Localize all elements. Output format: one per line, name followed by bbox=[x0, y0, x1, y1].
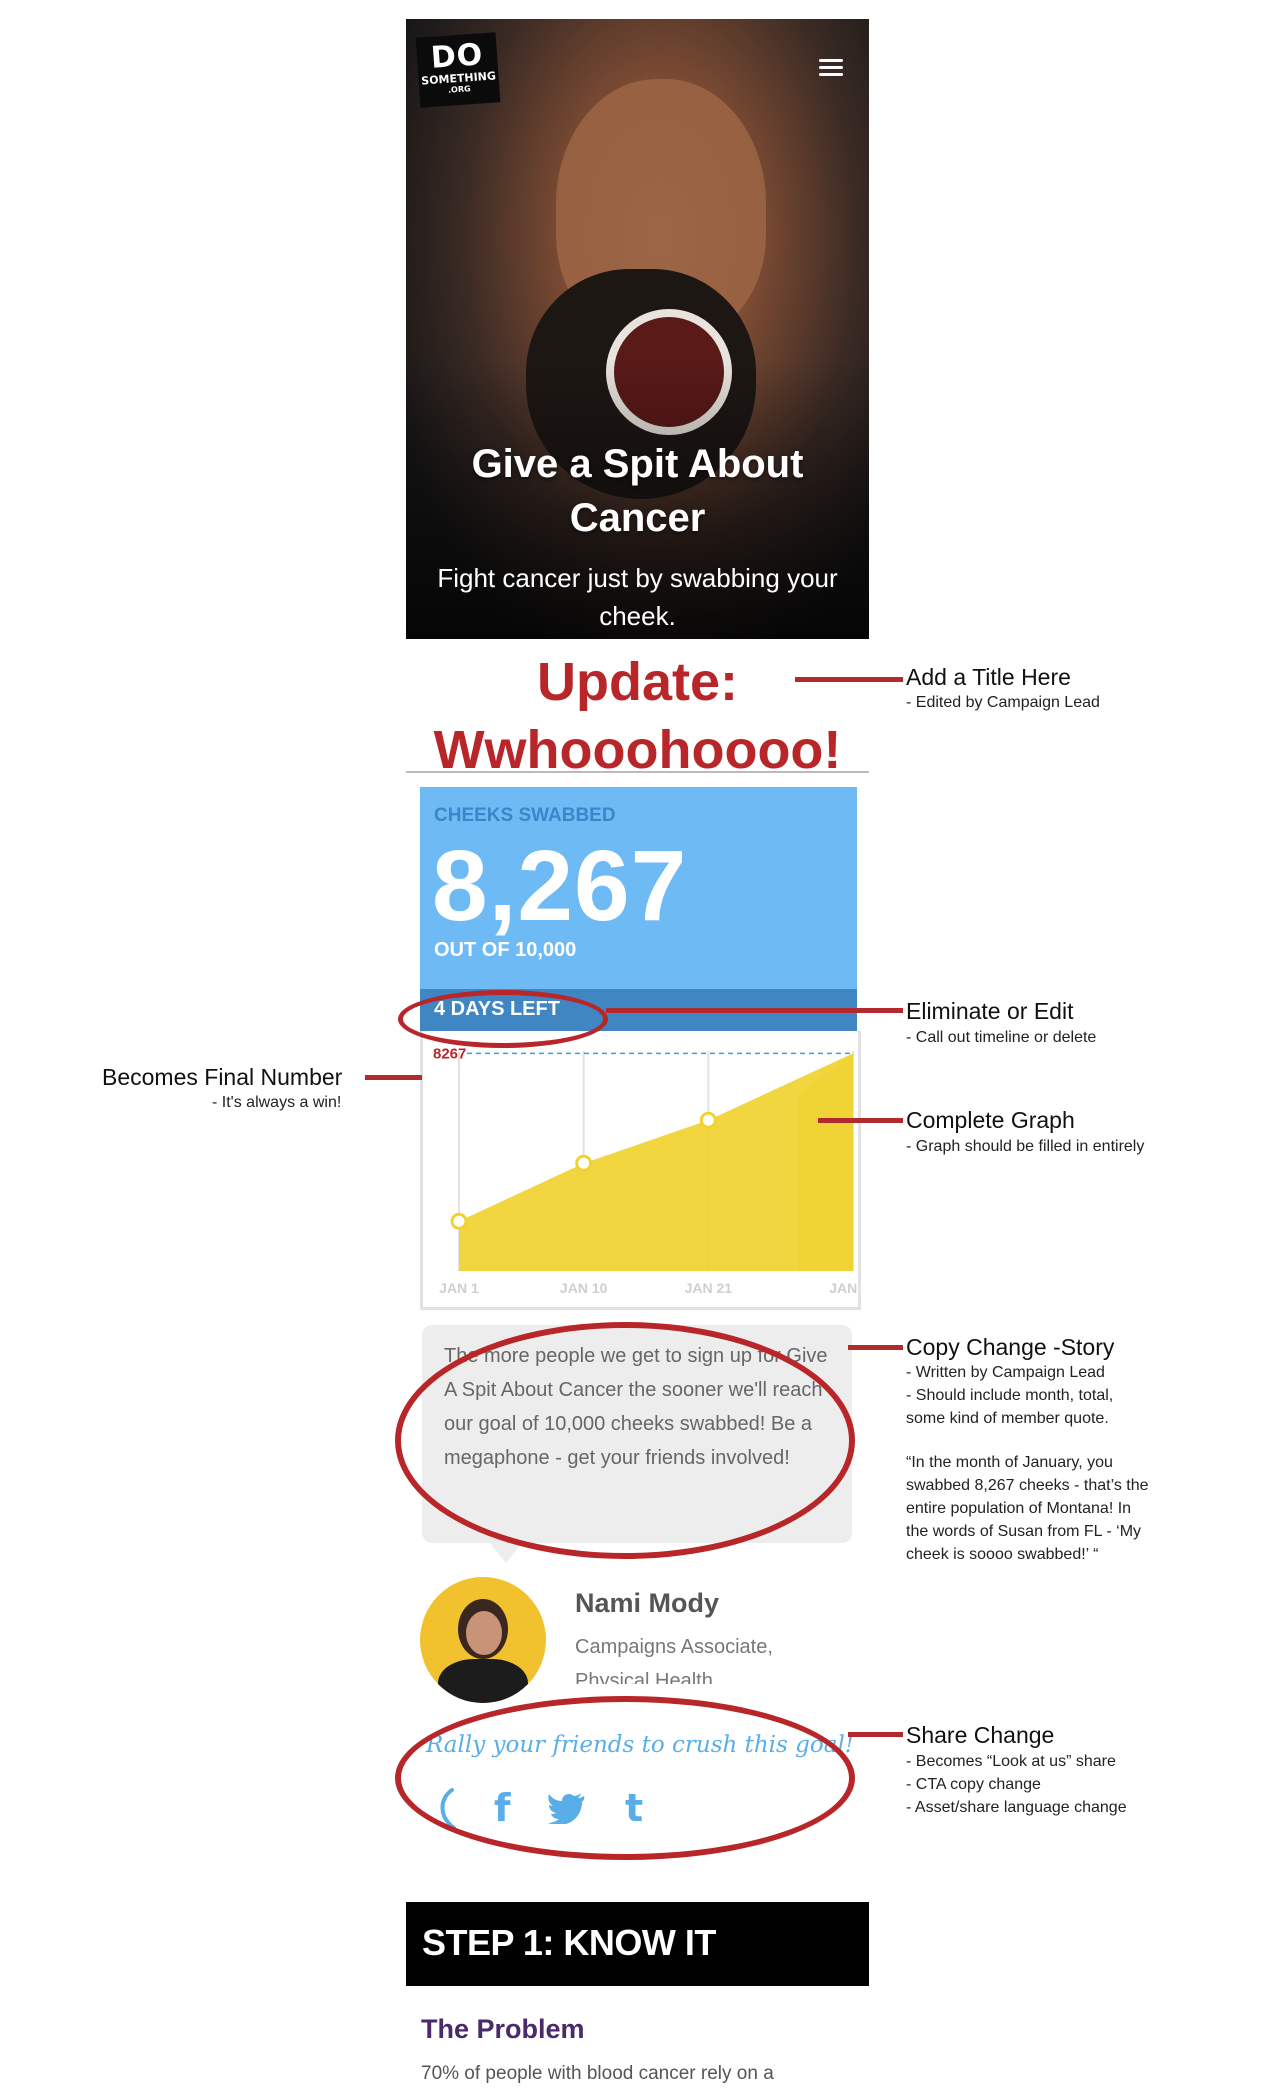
annotation-copy-quote-5: cheek is soooo swabbed!’ “ bbox=[906, 1546, 1099, 1563]
update-title: Update: Wwhooohoooo! bbox=[433, 652, 842, 780]
quote-highlight-ring bbox=[395, 1322, 855, 1559]
annotation-copy-note-3: some kind of member quote. bbox=[906, 1410, 1109, 1427]
x-tick-label: JAN 21 bbox=[685, 1280, 733, 1296]
annotation-copy-heading: Copy Change -Story bbox=[906, 1334, 1115, 1360]
annotation-final-heading: Becomes Final Number bbox=[102, 1064, 343, 1090]
annotation-graph-note: - Graph should be filled in entirely bbox=[906, 1138, 1145, 1155]
staff-title-clip: Campaigns Associate, Physical Health bbox=[560, 1630, 860, 1684]
final-annotation-connector bbox=[365, 1075, 422, 1080]
stats-label: CHEEKS SWABBED bbox=[434, 805, 616, 826]
annotation-copy-quote-2: swabbed 8,267 cheeks - that’s the bbox=[906, 1477, 1149, 1494]
share-highlight-ring bbox=[395, 1696, 855, 1860]
progress-graph: 8267 JAN 1 JAN 10 JAN 21 JAN 31 bbox=[420, 1031, 877, 1310]
step-label: STEP 1: KNOW IT bbox=[422, 1922, 716, 1963]
annotation-copy-note-2: - Should include month, total, bbox=[906, 1387, 1114, 1404]
goal-line-label: 8267 bbox=[433, 1045, 466, 1062]
problem-title: The Problem bbox=[421, 2014, 585, 2044]
annotation-title-heading: Add a Title Here bbox=[906, 664, 1071, 690]
x-tick-label: JAN 31 bbox=[829, 1280, 858, 1296]
annotation-share-heading: Share Change bbox=[906, 1722, 1055, 1748]
annotation-share-note-2: - CTA copy change bbox=[906, 1776, 1041, 1793]
hamburger-menu-icon[interactable] bbox=[819, 59, 843, 77]
problem-text: 70% of people with blood cancer rely on … bbox=[421, 2063, 774, 2084]
title-annotation-connector bbox=[795, 677, 903, 682]
x-tick-label: JAN 1 bbox=[439, 1280, 479, 1296]
series-area bbox=[459, 1053, 853, 1271]
progress-stats-box: CHEEKS SWABBED 8,267 OUT OF 10,000 bbox=[420, 787, 857, 989]
campaign-hero: DO SOMETHING .ORG Give a Spit About Canc… bbox=[406, 19, 869, 639]
stats-goal: OUT OF 10,000 bbox=[434, 939, 577, 961]
data-point bbox=[699, 1111, 717, 1129]
staff-name: Nami Mody bbox=[575, 1588, 720, 1618]
staff-title: Campaigns Associate, Physical Health bbox=[575, 1636, 773, 1684]
annotation-copy-quote-4: the words of Susan from FL - ‘My bbox=[906, 1523, 1142, 1540]
hero-title: Give a Spit About Cancer bbox=[471, 442, 804, 540]
stats-value: 8,267 bbox=[432, 830, 688, 942]
annotation-copy-quote-1: “In the month of January, you bbox=[906, 1454, 1113, 1471]
annotation-copy-quote-3: entire population of Montana! In bbox=[906, 1500, 1132, 1517]
title-divider bbox=[406, 771, 869, 773]
hero-subtitle: Fight cancer just by swabbing your cheek… bbox=[437, 563, 838, 631]
annotation-days-note: - Call out timeline or delete bbox=[906, 1029, 1097, 1046]
annotation-title-note: - Edited by Campaign Lead bbox=[906, 694, 1100, 711]
annotation-graph-heading: Complete Graph bbox=[906, 1107, 1075, 1133]
annotation-days-heading: Eliminate or Edit bbox=[906, 998, 1074, 1024]
quote-bubble-tail bbox=[490, 1543, 522, 1563]
graph-annotation-connector bbox=[818, 1118, 903, 1123]
days-annotation-connector bbox=[606, 1008, 903, 1013]
staff-avatar bbox=[420, 1577, 546, 1703]
x-tick-label: JAN 10 bbox=[560, 1280, 608, 1296]
data-point bbox=[575, 1154, 593, 1172]
dosomething-logo[interactable]: DO SOMETHING .ORG bbox=[415, 32, 501, 108]
annotation-final-note: - It's always a win! bbox=[212, 1094, 342, 1111]
data-point bbox=[450, 1212, 468, 1230]
annotation-share-note-3: - Asset/share language change bbox=[906, 1799, 1127, 1816]
step-header: STEP 1: KNOW IT bbox=[406, 1902, 869, 1986]
days-left-highlight-ring bbox=[398, 990, 608, 1048]
annotation-share-note-1: - Becomes “Look at us” share bbox=[906, 1753, 1116, 1770]
share-annotation-connector bbox=[848, 1732, 903, 1737]
copy-annotation-connector bbox=[848, 1345, 903, 1350]
annotation-copy-note-1: - Written by Campaign Lead bbox=[906, 1364, 1105, 1381]
progress-chart-svg: 8267 JAN 1 JAN 10 JAN 21 JAN 31 bbox=[433, 1045, 877, 1296]
